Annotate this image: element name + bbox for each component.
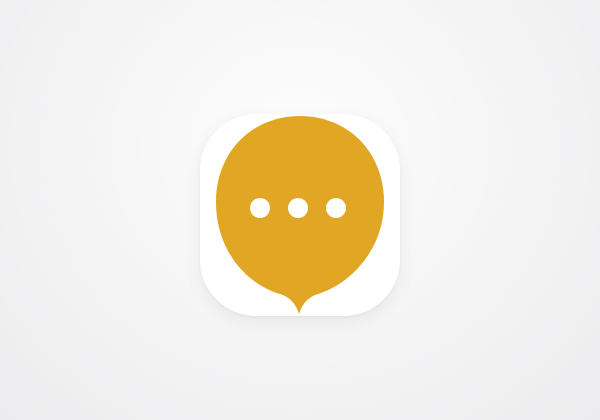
chat-bubble-ellipsis-icon: [200, 114, 400, 316]
ellipsis-dot-left: [250, 198, 270, 218]
ellipsis-dot-right: [326, 198, 346, 218]
messages-app-icon[interactable]: [200, 114, 400, 316]
ellipsis-dot-middle: [288, 198, 308, 218]
